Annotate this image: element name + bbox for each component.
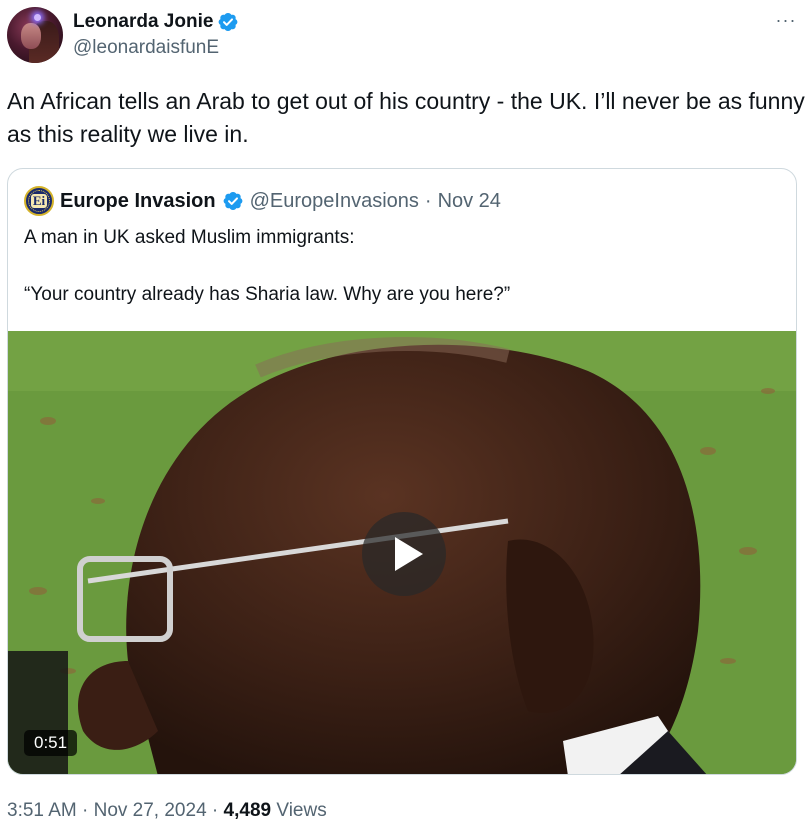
- quoted-tweet-date[interactable]: Nov 24: [438, 190, 501, 213]
- quoted-tweet-header: Ei Europe Invasion @EuropeInvasions · No…: [24, 186, 501, 216]
- video-player[interactable]: 0:51: [8, 331, 796, 774]
- quoted-avatar-logo-text: Ei: [30, 193, 48, 208]
- video-duration: 0:51: [24, 730, 78, 756]
- tweet-time[interactable]: 3:51 AM: [7, 800, 77, 821]
- play-icon[interactable]: [362, 512, 446, 596]
- verified-badge-icon[interactable]: [217, 11, 239, 33]
- verified-badge-icon[interactable]: [222, 190, 244, 212]
- tweet-meta: 3:51 AM · Nov 27, 2024 · 4,489 Views: [7, 800, 327, 822]
- avatar-face: [21, 23, 41, 49]
- quoted-tweet-text-line2: “Your country already has Sharia law. Wh…: [24, 284, 511, 305]
- quoted-author-name[interactable]: Europe Invasion: [60, 190, 216, 213]
- author-handle[interactable]: @leonardaisfunE: [73, 37, 219, 59]
- tweet-text: An African tells an Arab to get out of h…: [7, 88, 805, 147]
- meta-separator: ·: [82, 800, 89, 821]
- header-separator: ·: [424, 189, 432, 212]
- quoted-author-handle[interactable]: @EuropeInvasions: [250, 190, 419, 213]
- views-label: Views: [276, 800, 327, 821]
- author-name-row: Leonarda Jonie: [73, 9, 239, 35]
- meta-separator: ·: [211, 800, 219, 821]
- avatar-sparkle: [34, 14, 41, 21]
- quoted-author-avatar[interactable]: Ei: [24, 186, 54, 216]
- author-display-name[interactable]: Leonarda Jonie: [73, 11, 213, 33]
- quoted-tweet[interactable]: Ei Europe Invasion @EuropeInvasions · No…: [7, 168, 797, 775]
- author-avatar[interactable]: [7, 7, 63, 63]
- more-options-icon[interactable]: ···: [770, 8, 802, 32]
- quoted-tweet-text-line1: A man in UK asked Muslim immigrants:: [24, 227, 355, 248]
- views-count: 4,489: [223, 800, 272, 821]
- tweet-date[interactable]: Nov 27, 2024: [94, 800, 207, 821]
